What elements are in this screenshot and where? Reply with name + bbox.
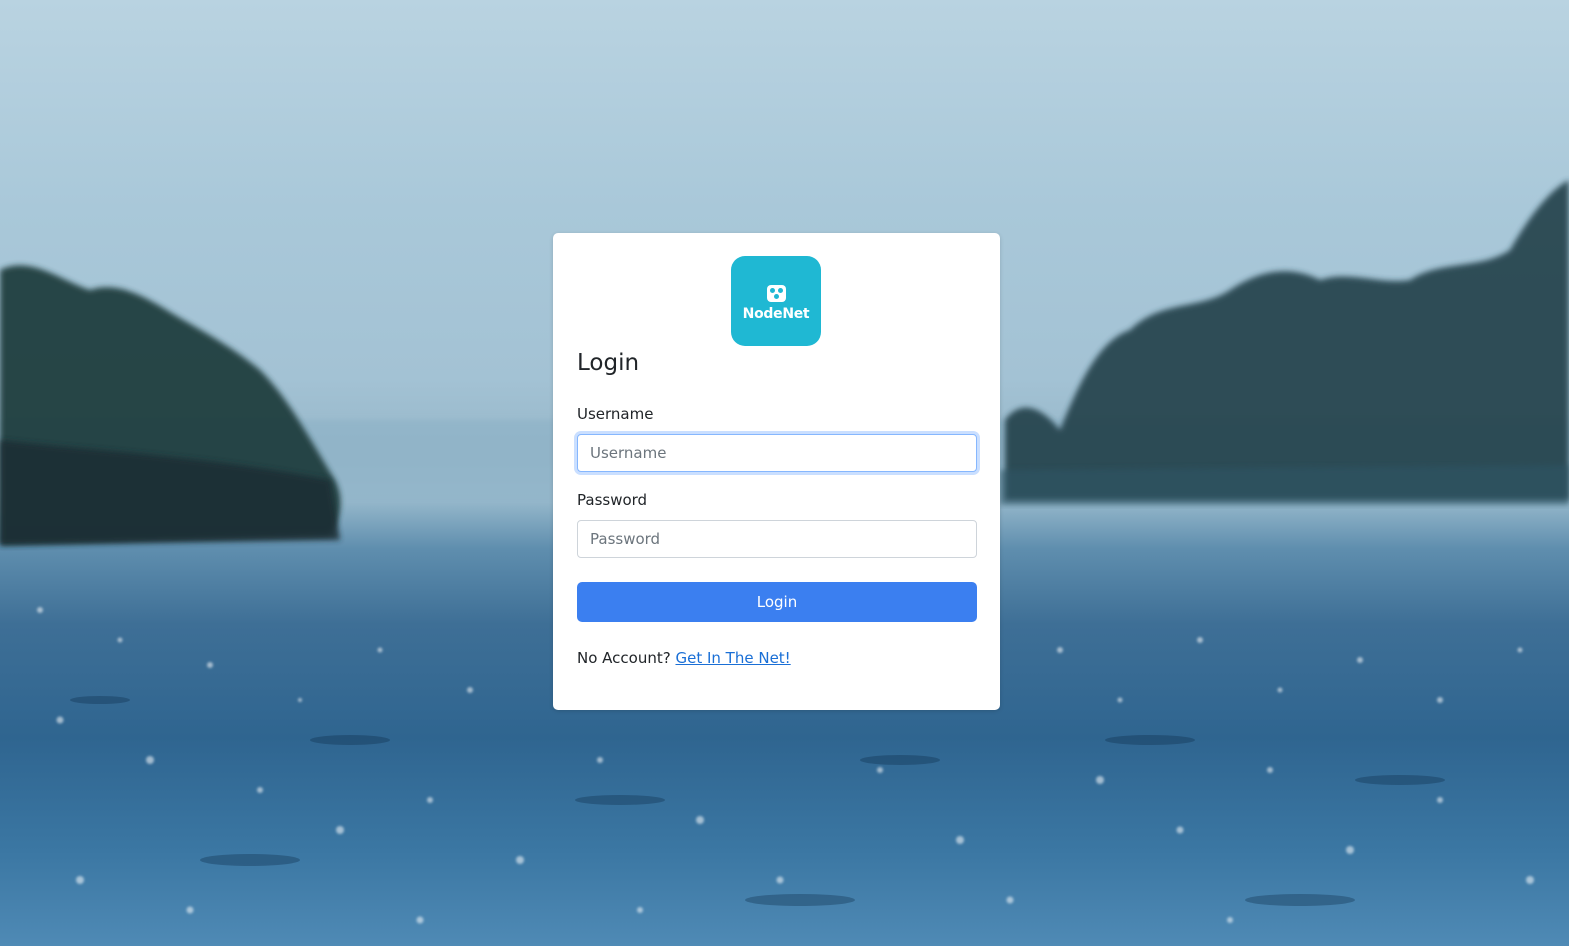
no-account-text: No Account? (577, 649, 671, 667)
nodenet-logo: NodeNet (731, 256, 821, 346)
login-button[interactable]: Login (577, 582, 977, 622)
network-nodes-icon (766, 284, 786, 302)
username-input[interactable] (577, 434, 977, 472)
signup-link[interactable]: Get In The Net! (675, 649, 790, 667)
page-title: Login (577, 350, 640, 376)
login-card: NodeNet Login Username Password Login No… (553, 233, 1000, 710)
logo-text: NodeNet (742, 305, 810, 322)
password-input[interactable] (577, 520, 977, 558)
signup-prompt: No Account? Get In The Net! (577, 649, 791, 667)
password-label: Password (577, 491, 648, 509)
username-label: Username (577, 405, 654, 423)
